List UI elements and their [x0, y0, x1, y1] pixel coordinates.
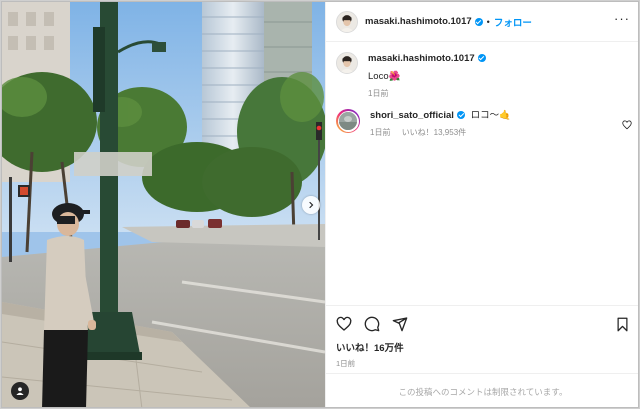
commenter-username[interactable]: shori_sato_official [370, 110, 454, 121]
caption-time[interactable]: 1日前 [368, 89, 388, 98]
caption-username[interactable]: masaki.hashimoto.1017 [368, 53, 475, 64]
comment-text: ロコ〜🤙 [470, 110, 511, 121]
separator-dot: • [486, 16, 490, 27]
verified-icon [474, 17, 483, 26]
post-header: masaki.hashimoto.1017 • フォロー ··· [326, 2, 638, 42]
caption: masaki.hashimoto.1017 Loco🌺 1日前 [336, 52, 630, 99]
heart-icon[interactable] [622, 117, 632, 135]
action-bar [326, 306, 638, 342]
post-side-panel: masaki.hashimoto.1017 • フォロー ··· masaki.… [325, 2, 638, 407]
user-tag-icon[interactable] [11, 382, 29, 400]
bookmark-icon[interactable] [615, 317, 630, 332]
comment-item: shori_sato_official ロコ〜🤙 1日前 いいね！13,953件 [336, 109, 632, 138]
comment-icon[interactable] [364, 316, 380, 332]
follow-button[interactable]: フォロー [494, 15, 532, 29]
likes-count[interactable]: いいね！16万件 [326, 340, 638, 354]
post-footer: いいね！16万件 1日前 [326, 305, 638, 369]
caption-text: Loco🌺 [368, 71, 401, 82]
commenter-avatar[interactable] [336, 109, 360, 133]
post-modal: masaki.hashimoto.1017 • フォロー ··· masaki.… [1, 1, 639, 408]
author-avatar[interactable] [336, 10, 358, 33]
verified-icon [456, 111, 465, 119]
comments-disabled-notice: この投稿へのコメントは制限されています。 [326, 373, 638, 407]
author-username[interactable]: masaki.hashimoto.1017 [365, 16, 472, 27]
verified-icon [477, 54, 486, 62]
comment-likes[interactable]: いいね！13,953件 [402, 128, 466, 137]
heart-icon[interactable] [336, 316, 352, 332]
next-arrow-icon[interactable] [302, 196, 320, 214]
comment-time[interactable]: 1日前 [370, 128, 390, 137]
share-icon[interactable] [392, 316, 408, 332]
comments-section: masaki.hashimoto.1017 Loco🌺 1日前 shori_sa… [326, 42, 638, 138]
post-date[interactable]: 1日前 [326, 354, 638, 369]
more-options-icon[interactable]: ··· [614, 12, 630, 31]
street-scene-image [2, 2, 325, 407]
post-photo[interactable] [2, 2, 325, 407]
caption-author-avatar[interactable] [336, 52, 358, 74]
